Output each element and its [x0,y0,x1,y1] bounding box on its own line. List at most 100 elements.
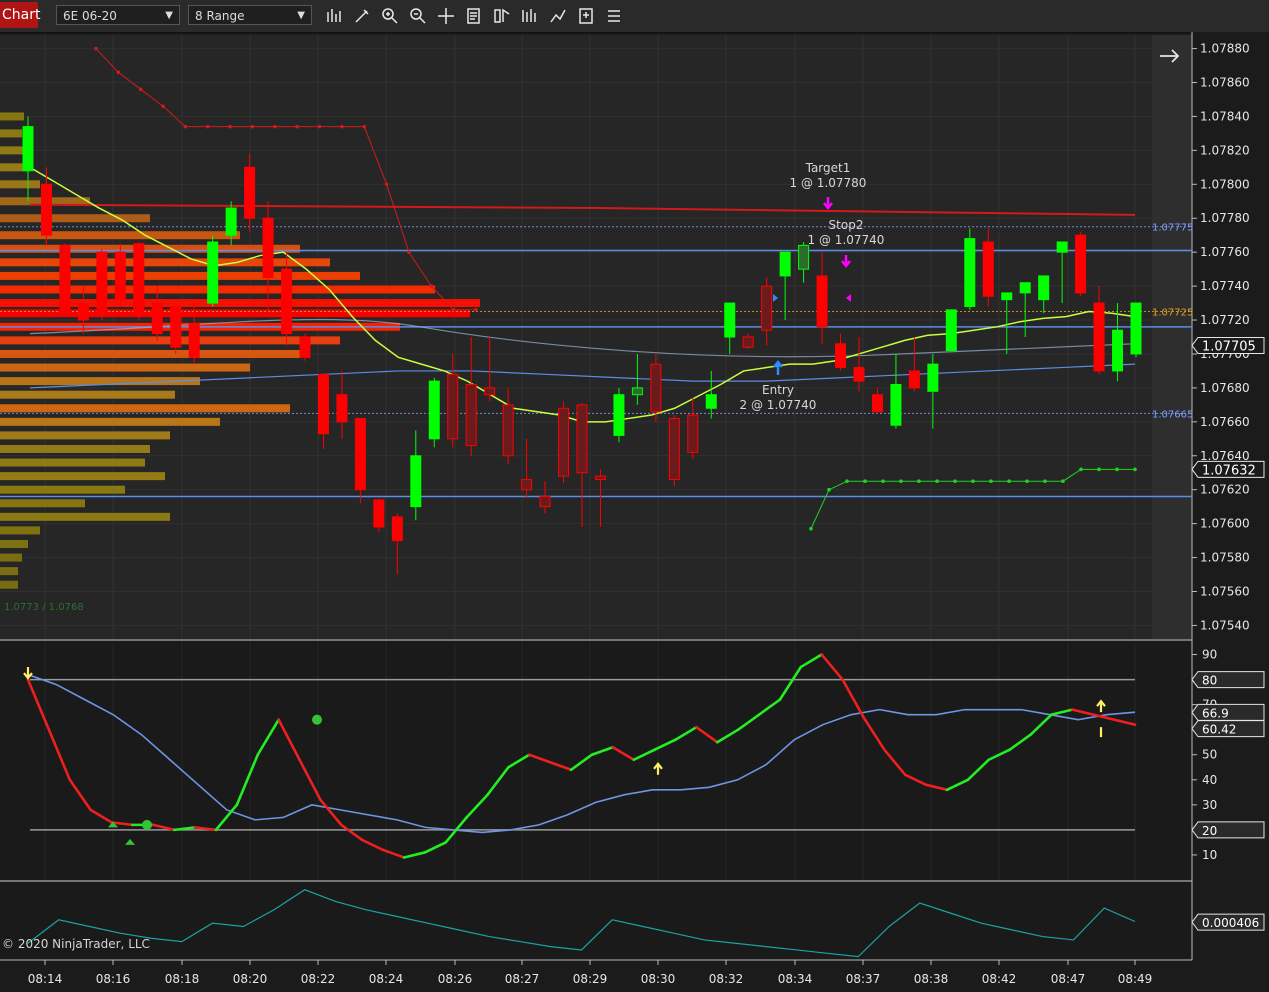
candle-body [927,363,939,392]
volume-profile-bar [0,271,360,280]
candle-body [170,305,182,348]
templates-icon[interactable] [576,6,596,26]
instrument-selector[interactable]: 6E 06-20 ▼ [56,5,180,25]
crosshair-icon[interactable] [436,6,456,26]
strategies-icon[interactable] [492,6,512,26]
order-annotation-price: 1 @ 1.07740 [808,233,885,247]
volume-profile-bar [0,567,18,576]
zoom-in-icon[interactable] [380,6,400,26]
volume-profile-bar [0,129,22,138]
price-tick-label: 1.07860 [1200,76,1250,90]
candle-body [816,275,828,328]
candle-body [428,380,440,440]
candle-body [742,336,754,348]
zoom-out-icon[interactable] [408,6,428,26]
price-tick-label: 1.07720 [1200,313,1250,327]
price-tick-label: 1.07680 [1200,381,1250,395]
time-tick-label: 08:26 [438,972,473,986]
candle-body [188,322,200,358]
oscillator-tick-label: 50 [1202,748,1217,762]
chart-tab[interactable]: Chart [0,2,40,28]
volume-profile-bar [0,336,340,345]
instrument-value: 6E 06-20 [63,9,117,23]
candle-body [244,166,256,219]
candle-body [151,302,163,335]
dashed-level-label: 1.07665 [1152,409,1193,420]
price-right-margin [1152,35,1192,639]
interval-selector[interactable]: 8 Range ▼ [188,5,312,25]
candle-body [1075,234,1087,294]
time-tick-label: 08:22 [301,972,336,986]
oscillator-badge-label: 66.9 [1202,706,1229,720]
candle-body [871,394,883,413]
candle-body [281,268,293,335]
volume-profile-bar [0,299,480,308]
price-badge-label: 1.07632 [1202,463,1256,478]
volume-profile-bar [0,512,170,521]
chevron-down-icon: ▼ [165,10,173,21]
time-tick-label: 08:27 [505,972,540,986]
time-tick-label: 08:34 [778,972,813,986]
candle-body [576,404,588,474]
time-tick-label: 08:32 [709,972,744,986]
price-tick-label: 1.07620 [1200,483,1250,497]
volume-profile-bar [0,258,330,267]
chevron-down-icon: ▼ [297,10,305,21]
dashed-level-label: 1.07725 [1152,308,1193,319]
candle-body [668,417,680,481]
candle-body [22,126,34,172]
candle-body [410,455,422,508]
candle-body [207,241,219,304]
price-tick-label: 1.07580 [1200,551,1250,565]
candle-body [59,244,71,314]
candle-body [631,387,643,396]
chart-toolbar: Chart 6E 06-20 ▼ 8 Range ▼ [0,0,1269,33]
candle-body [502,404,514,457]
price-tick-label: 1.07640 [1200,449,1250,463]
volume-profile-bar [0,390,175,399]
properties-icon[interactable] [604,6,624,26]
volume-profile-bar [0,444,150,453]
chart-area[interactable]: 1.07880 1.07860 1.07840 1.07820 1.07800 1.077… [0,32,1269,992]
price-tick-label: 1.07760 [1200,245,1250,259]
volume-profile-bar [0,231,240,240]
candle-body [225,207,237,236]
drawing-objects-icon[interactable] [548,6,568,26]
candle-body [262,217,274,279]
candle-body [114,251,126,301]
candle-body [761,285,773,331]
time-tick-label: 08:49 [1118,972,1153,986]
oscillator-tick-label: 90 [1202,648,1217,662]
data-box-icon[interactable] [464,6,484,26]
candle-body [853,367,865,382]
candle-body [1093,302,1105,372]
candle-body [447,373,459,440]
indicators-icon[interactable] [520,6,540,26]
candle-body [40,183,52,236]
time-tick-label: 08:30 [641,972,676,986]
candle-body [945,309,957,352]
bar-style-icon[interactable] [324,6,344,26]
volume-profile-bar [0,499,85,508]
time-tick-label: 08:14 [28,972,63,986]
candle-body [1056,241,1068,253]
time-tick-label: 08:42 [982,972,1017,986]
candle-body [1112,329,1124,372]
signal-dot-icon [312,714,322,725]
candle-body [964,238,976,307]
oscillator-panel [0,642,1192,880]
order-annotation-price: 2 @ 1.07740 [740,398,817,412]
volume-profile-bar [0,112,24,121]
draw-tool-icon[interactable] [352,6,372,26]
interval-value: 8 Range [195,9,245,23]
oscillator-badge-label: 20 [1202,824,1217,838]
candle-body [391,516,403,542]
candle-body [373,499,385,528]
candle-body [687,414,699,453]
candle-body [317,373,329,435]
price-tick-label: 1.07820 [1200,143,1250,157]
signal-dot-icon [142,819,152,830]
price-tick-label: 1.07540 [1200,618,1250,632]
volume-profile-bar [0,539,28,548]
candle-body [1038,275,1050,301]
